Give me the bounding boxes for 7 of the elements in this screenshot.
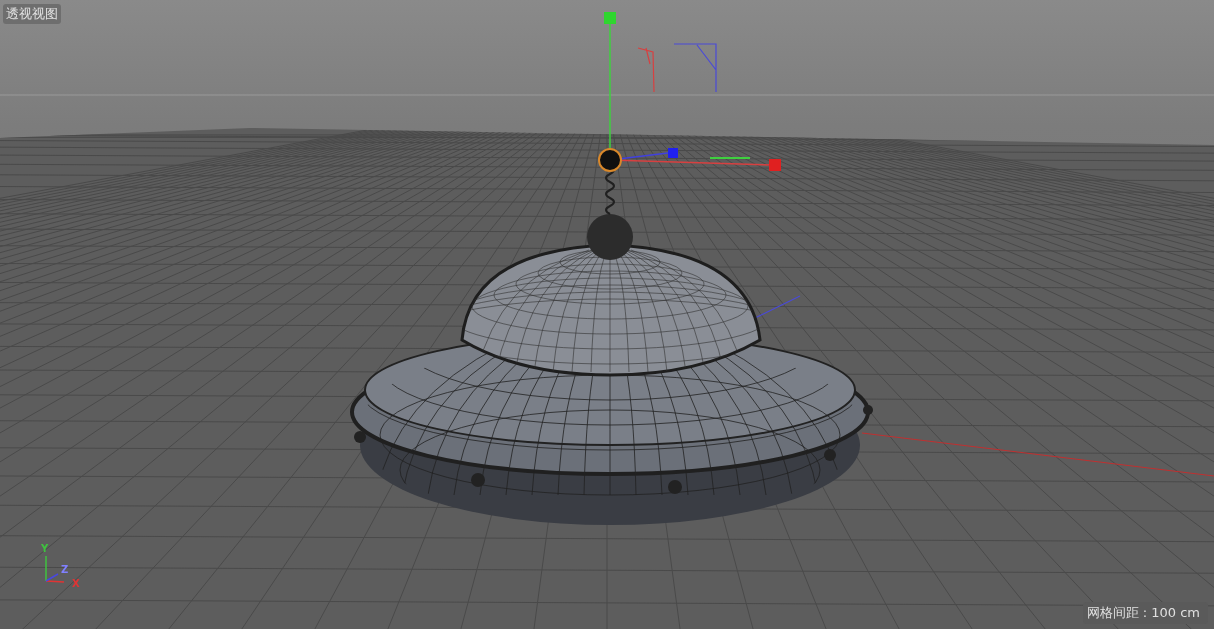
z-axis-line — [754, 295, 801, 319]
grid-spacing-label: 网格间距 : 100 cm — [1082, 602, 1208, 624]
axis-label: X — [72, 579, 80, 589]
view-title[interactable]: 透视视图 — [3, 4, 61, 24]
axis-label: Y — [41, 544, 49, 554]
axis-label: Z — [61, 565, 69, 575]
viewport[interactable]: 透视视图 Y Z X 网格间距 : 100 cm — [0, 0, 1214, 629]
